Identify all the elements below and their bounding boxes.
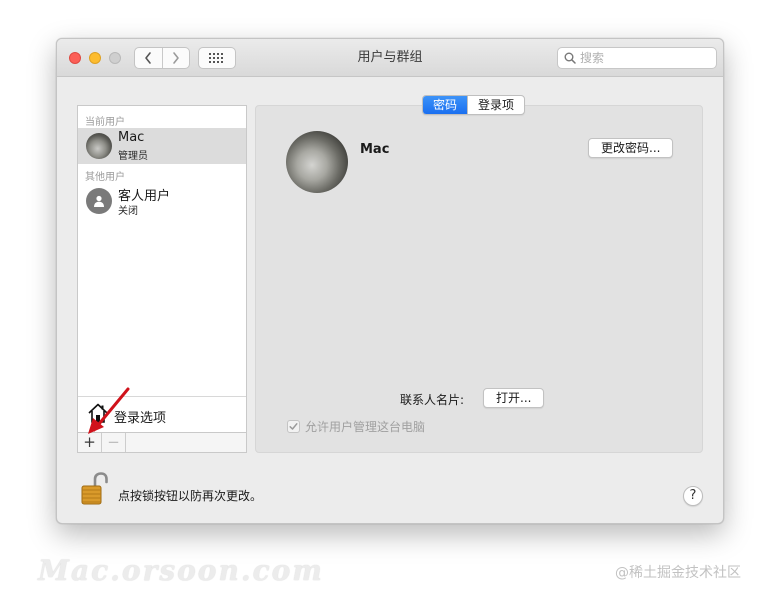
user-name: Mac xyxy=(118,130,145,145)
allow-admin-checkbox[interactable] xyxy=(287,420,300,433)
open-contact-button[interactable]: 打开... xyxy=(483,388,545,408)
user-role: 管理员 xyxy=(118,151,148,162)
avatar xyxy=(86,133,112,159)
tab-password[interactable]: 密码 xyxy=(423,96,468,114)
search-field[interactable] xyxy=(557,47,717,69)
add-remove-bar: + − xyxy=(77,433,247,453)
title-bar: 用户与群组 xyxy=(57,39,723,77)
help-button[interactable]: ? xyxy=(683,486,703,506)
user-row-guest[interactable]: 客人用户 关闭 xyxy=(78,183,246,219)
current-users-header: 当前用户 xyxy=(85,117,125,128)
other-users-header: 其他用户 xyxy=(85,172,125,183)
user-avatar-large[interactable] xyxy=(286,131,348,193)
detail-user-name: Mac xyxy=(360,142,390,157)
zoom-window-button[interactable] xyxy=(109,52,121,64)
close-window-button[interactable] xyxy=(69,52,81,64)
users-groups-window: 用户与群组 当前用户 Mac 管理员 其他用户 客人用户 关闭 xyxy=(56,38,724,524)
change-password-button[interactable]: 更改密码... xyxy=(588,138,674,158)
lock-hint-text: 点按锁按钮以防再次更改。 xyxy=(118,489,263,503)
search-input[interactable] xyxy=(580,48,712,68)
checkmark-icon xyxy=(289,423,298,430)
back-forward-group xyxy=(134,47,190,69)
guest-user-icon xyxy=(86,188,112,214)
lock-icon[interactable] xyxy=(79,472,109,506)
user-row-mac[interactable]: Mac 管理员 xyxy=(78,128,246,164)
user-list: 当前用户 Mac 管理员 其他用户 客人用户 关闭 登录选项 xyxy=(77,105,247,433)
search-icon xyxy=(564,52,576,64)
allow-admin-label: 允许用户管理这台电脑 xyxy=(305,420,426,434)
tab-login-items[interactable]: 登录项 xyxy=(467,96,524,114)
red-arrow-annotation xyxy=(88,387,130,434)
watermark-left: Mac.orsoon.com xyxy=(38,554,324,587)
chevron-right-icon xyxy=(172,52,179,64)
tab-bar: 密码 登录项 xyxy=(422,95,526,115)
contact-card-label: 联系人名片: xyxy=(400,393,465,407)
forward-button[interactable] xyxy=(161,48,190,68)
show-all-button[interactable] xyxy=(198,47,236,69)
user-status: 关闭 xyxy=(118,206,138,217)
allow-admin-option[interactable]: 允许用户管理这台电脑 xyxy=(287,418,425,435)
watermark-right: @稀土掘金技术社区 xyxy=(615,565,741,581)
grid-icon xyxy=(209,53,223,63)
back-button[interactable] xyxy=(135,48,162,68)
minimize-window-button[interactable] xyxy=(89,52,101,64)
chevron-left-icon xyxy=(145,52,152,64)
